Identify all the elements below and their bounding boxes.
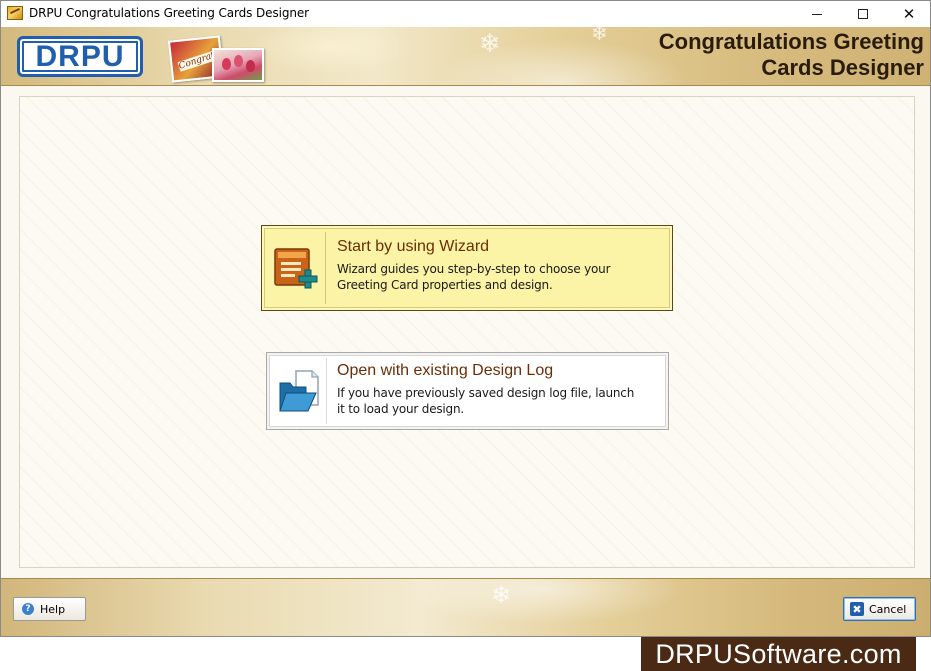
app-window: DRPU Congratulations Greeting Cards Desi… (0, 0, 931, 637)
minimize-button[interactable] (794, 1, 840, 27)
start-wizard-option[interactable]: Start by using Wizard Wizard guides you … (261, 225, 673, 311)
wizard-option-title: Start by using Wizard (337, 238, 490, 255)
wizard-icon-cell (268, 232, 326, 304)
app-icon (7, 6, 23, 20)
wizard-icon (273, 248, 317, 289)
help-button[interactable]: ? Help (13, 597, 86, 621)
open-option-text: Open with existing Design Log If you hav… (337, 362, 658, 417)
product-title-line2: Cards Designer (761, 55, 924, 80)
product-title-line1: Congratulations Greeting (658, 29, 924, 54)
help-button-label: Help (40, 602, 66, 616)
product-title: Congratulations Greeting Cards Designer (604, 29, 924, 81)
greeting-card-thumbnail: Congrats (167, 34, 266, 83)
minimize-icon (812, 13, 822, 15)
close-icon: ✕ (902, 5, 916, 23)
open-option-description-line1: If you have previously saved design log … (337, 386, 635, 400)
snowflake-icon: ❄ (479, 29, 501, 59)
cancel-button[interactable]: ✖ Cancel (843, 597, 916, 621)
header-banner: ❄ ❄ DRPU Congrats Congratulations Greeti… (1, 21, 930, 86)
content-panel (19, 96, 915, 568)
open-option-description-line2: it to load your design. (337, 402, 464, 416)
content-area (1, 86, 930, 578)
cancel-icon: ✖ (850, 602, 864, 616)
open-option-title: Open with existing Design Log (337, 362, 554, 379)
open-design-log-option[interactable]: Open with existing Design Log If you hav… (266, 352, 669, 430)
open-folder-icon-cell (273, 358, 327, 424)
open-folder-icon (278, 370, 319, 412)
wizard-option-text: Start by using Wizard Wizard guides you … (337, 238, 662, 293)
cancel-button-label: Cancel (869, 602, 907, 616)
drpu-software-watermark: DRPUSoftware.com (641, 637, 916, 671)
snowflake-icon: ❄ (491, 581, 512, 609)
wizard-option-description-line1: Wizard guides you step-by-step to choose… (337, 262, 611, 276)
title-bar: DRPU Congratulations Greeting Cards Desi… (1, 1, 930, 27)
footer-bar: ❄ ? Help ✖ Cancel (1, 578, 930, 636)
wizard-option-description-line2: Greeting Card properties and design. (337, 278, 553, 292)
flower-card-image (212, 48, 264, 82)
window-title: DRPU Congratulations Greeting Cards Desi… (29, 6, 309, 20)
maximize-button[interactable] (840, 1, 886, 27)
drpu-logo: DRPU (17, 36, 143, 77)
close-button[interactable]: ✕ (886, 1, 930, 27)
maximize-icon (858, 9, 868, 19)
help-icon: ? (22, 603, 34, 615)
